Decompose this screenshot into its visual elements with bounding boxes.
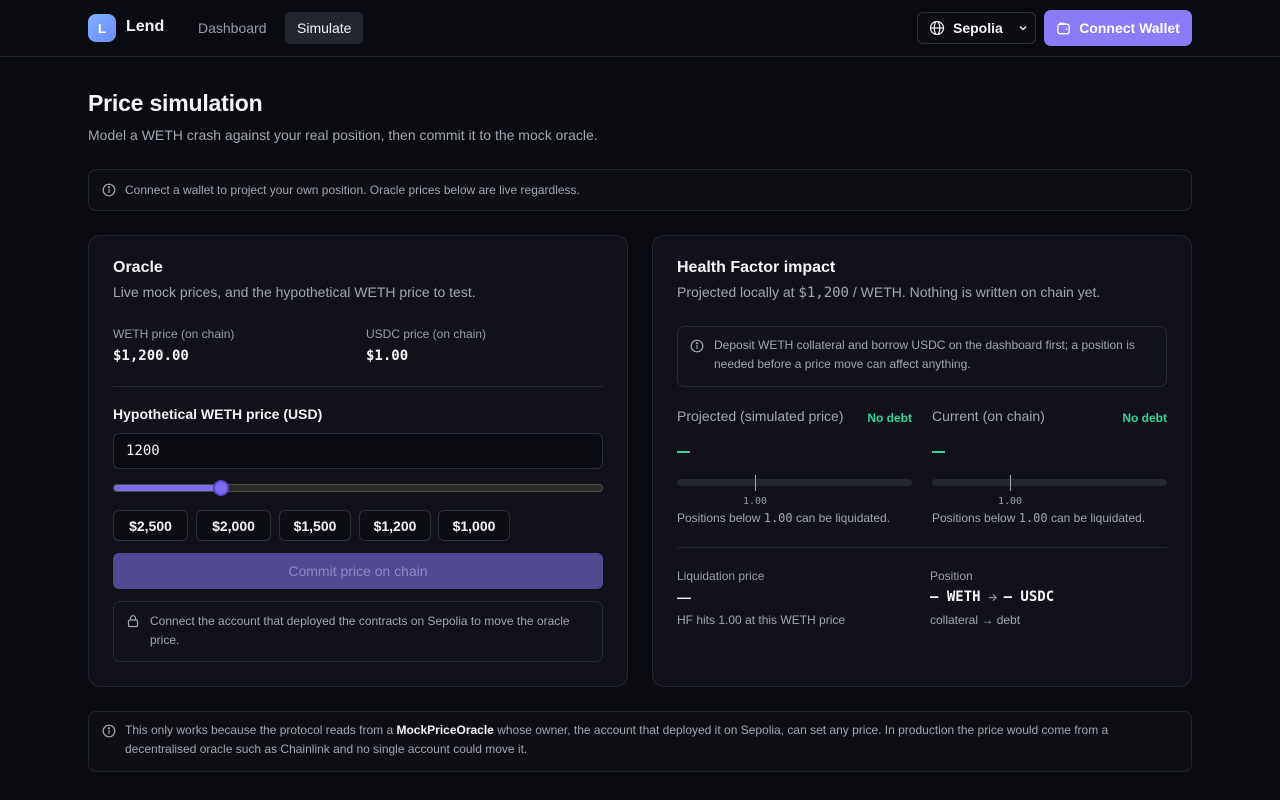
mock-oracle-text-prefix: This only works because the protocol rea… (125, 723, 394, 737)
price-slider[interactable] (113, 480, 603, 496)
divider (677, 547, 1167, 548)
nav-link-dashboard[interactable]: Dashboard (186, 12, 279, 44)
health-subtitle: Projected locally at $1,200 / WETH. Noth… (677, 284, 1100, 301)
projected-note-suffix: can be liquidated. (795, 511, 891, 525)
info-icon (690, 339, 704, 353)
hypothetical-price-input[interactable] (113, 433, 603, 469)
owner-lock-text: Connect the account that deployed the co… (150, 614, 570, 647)
current-note: Positions below 1.00 can be liquidated. (932, 511, 1145, 525)
position-collateral: — WETH (930, 589, 981, 605)
position-value: — WETH — USDC (930, 589, 1054, 605)
top-nav: L Lend Dashboard Simulate Sepolia Connec… (0, 0, 1280, 57)
info-icon (102, 183, 116, 197)
position-note: collateral → debt (930, 613, 1021, 627)
health-subtitle-prefix: Projected locally at (677, 284, 795, 300)
mock-oracle-name: MockPriceOracle (396, 723, 494, 737)
current-health-value (932, 451, 945, 453)
page-title: Price simulation (88, 90, 263, 116)
page-subtitle: Model a WETH crash against your real pos… (88, 127, 598, 143)
network-name: Sepolia (953, 20, 1003, 36)
projected-label: Projected (simulated price) (677, 408, 844, 424)
mock-oracle-note: This only works because the protocol rea… (88, 711, 1192, 772)
health-title: Health Factor impact (677, 259, 836, 276)
price-slider-fill (114, 485, 222, 491)
current-note-prefix: Positions below (932, 511, 1016, 525)
connect-wallet-button[interactable]: Connect Wallet (1044, 10, 1192, 46)
nav-link-simulate[interactable]: Simulate (285, 12, 364, 44)
wallet-notice-text: Connect a wallet to project your own pos… (125, 183, 580, 197)
usdc-price-value: $1.00 (366, 348, 409, 364)
position-label: Position (930, 569, 973, 583)
divider (113, 386, 603, 387)
info-icon (102, 724, 116, 738)
logo-letter: L (98, 20, 106, 36)
preset-1200-button[interactable]: $1,200 (359, 510, 431, 541)
oracle-card: Oracle Live mock prices, and the hypothe… (88, 235, 628, 687)
oracle-subtitle: Live mock prices, and the hypothetical W… (113, 284, 476, 300)
wallet-icon (1057, 21, 1070, 34)
health-subtitle-suffix: / WETH. Nothing is written on chain yet. (852, 284, 1101, 300)
commit-price-button[interactable]: Commit price on chain (113, 553, 603, 589)
usdc-price-label: USDC price (on chain) (366, 327, 487, 341)
health-factor-card: Health Factor impact Projected locally a… (652, 235, 1192, 687)
current-health-column: Current (on chain) No debt 1.00 Position… (932, 408, 1167, 528)
globe-icon (929, 20, 945, 36)
current-note-value: 1.00 (1018, 511, 1048, 525)
health-subtitle-price: $1,200 (798, 285, 849, 301)
current-health-bar (932, 479, 1167, 486)
projected-note: Positions below 1.00 can be liquidated. (677, 511, 890, 525)
hypothetical-price-label: Hypothetical WETH price (USD) (113, 406, 323, 422)
chevron-down-icon (1019, 25, 1027, 31)
brand-name[interactable]: Lend (126, 18, 164, 36)
preset-1000-button[interactable]: $1,000 (438, 510, 510, 541)
position-required-text: Deposit WETH collateral and borrow USDC … (714, 338, 1135, 371)
liquidation-price-note: HF hits 1.00 at this WETH price (677, 613, 846, 627)
projected-status-badge: No debt (867, 411, 912, 425)
preset-2000-button[interactable]: $2,000 (196, 510, 271, 541)
weth-price-label: WETH price (on chain) (113, 327, 235, 341)
position-required-note: Deposit WETH collateral and borrow USDC … (677, 326, 1167, 387)
projected-health-column: Projected (simulated price) No debt 1.00… (677, 408, 912, 528)
current-tick-label: 1.00 (997, 496, 1023, 507)
wallet-notice: Connect a wallet to project your own pos… (88, 169, 1192, 211)
arrow-right-icon (988, 593, 997, 601)
network-selector[interactable]: Sepolia (917, 12, 1036, 44)
projected-health-bar (677, 479, 912, 486)
projected-note-value: 1.00 (763, 511, 793, 525)
current-status-badge: No debt (1122, 411, 1167, 425)
current-note-suffix: can be liquidated. (1050, 511, 1146, 525)
liquidation-price-label: Liquidation price (677, 569, 765, 583)
projected-tick-label: 1.00 (742, 496, 768, 507)
weth-price-value: $1,200.00 (113, 348, 189, 364)
projected-health-value (677, 451, 690, 453)
projected-note-prefix: Positions below (677, 511, 761, 525)
lock-icon (127, 615, 139, 628)
oracle-title: Oracle (113, 259, 163, 276)
mock-oracle-text: This only works because the protocol rea… (125, 721, 1151, 759)
preset-2500-button[interactable]: $2,500 (113, 510, 188, 541)
preset-1500-button[interactable]: $1,500 (279, 510, 351, 541)
connect-wallet-label: Connect Wallet (1079, 20, 1180, 36)
owner-lock-note: Connect the account that deployed the co… (113, 601, 603, 662)
current-liquidation-tick (1010, 475, 1011, 491)
position-debt: — USDC (1003, 589, 1055, 605)
projected-liquidation-tick (755, 475, 756, 491)
logo[interactable]: L (88, 14, 116, 42)
current-label: Current (on chain) (932, 408, 1045, 424)
liquidation-price-value: — (677, 589, 691, 605)
price-slider-thumb[interactable] (213, 480, 230, 496)
